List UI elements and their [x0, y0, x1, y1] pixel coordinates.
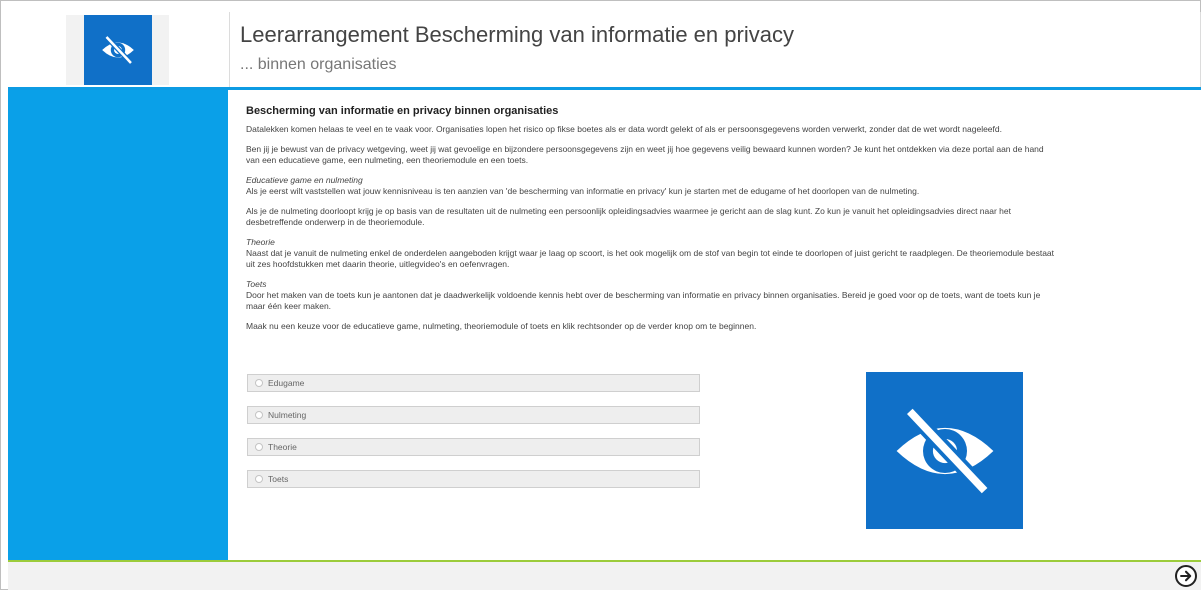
page-subtitle: ... binnen organisaties — [240, 56, 397, 73]
header-logo — [66, 15, 169, 85]
intro-paragraph: Datalekken komen helaas te veel en te va… — [246, 124, 1002, 134]
next-button[interactable] — [1175, 565, 1197, 587]
footer-bar — [8, 562, 1201, 590]
content-heading: Bescherming van informatie en privacy bi… — [246, 105, 559, 117]
awareness-paragraph: Ben jij je bewust van de privacy wetgevi… — [246, 144, 1044, 165]
eye-slash-icon — [102, 35, 134, 65]
eye-slash-icon — [896, 405, 993, 496]
option-label: Toets — [268, 474, 289, 484]
option-toets[interactable]: Toets — [247, 470, 700, 488]
privacy-logo — [866, 372, 1023, 529]
header-divider — [229, 12, 230, 88]
radio-button[interactable] — [255, 379, 263, 387]
choice-options: Edugame Nulmeting Theorie Toets — [247, 374, 701, 502]
option-label: Theorie — [268, 442, 297, 452]
sidebar — [8, 90, 228, 560]
radio-button[interactable] — [255, 411, 263, 419]
arrow-right-circle-icon — [1180, 570, 1192, 582]
option-nulmeting[interactable]: Nulmeting — [247, 406, 700, 424]
content-text: Bescherming van informatie en privacy bi… — [246, 104, 1056, 341]
option-edugame[interactable]: Edugame — [247, 374, 700, 392]
edugame-paragraph: Als je eerst wilt vaststellen wat jouw k… — [246, 186, 920, 196]
toets-heading: Toets — [246, 279, 267, 289]
nulmeting-paragraph: Als je de nulmeting doorloopt krijg je o… — [246, 206, 1011, 227]
toets-paragraph: Door het maken van de toets kun je aanto… — [246, 290, 1041, 311]
main-content: Bescherming van informatie en privacy bi… — [228, 90, 1201, 560]
theorie-heading: Theorie — [246, 237, 275, 247]
edugame-heading: Educatieve game en nulmeting — [246, 175, 363, 185]
option-label: Edugame — [268, 378, 305, 388]
page-title: Leerarrangement Bescherming van informat… — [240, 22, 794, 47]
logo-badge — [84, 15, 152, 85]
instruction-paragraph: Maak nu een keuze voor de educatieve gam… — [246, 321, 757, 331]
option-label: Nulmeting — [268, 410, 307, 420]
header: Leerarrangement Bescherming van informat… — [8, 12, 1201, 88]
radio-button[interactable] — [255, 443, 263, 451]
theorie-paragraph: Naast dat je vanuit de nulmeting enkel d… — [246, 248, 1055, 269]
radio-button[interactable] — [255, 475, 263, 483]
option-theorie[interactable]: Theorie — [247, 438, 700, 456]
